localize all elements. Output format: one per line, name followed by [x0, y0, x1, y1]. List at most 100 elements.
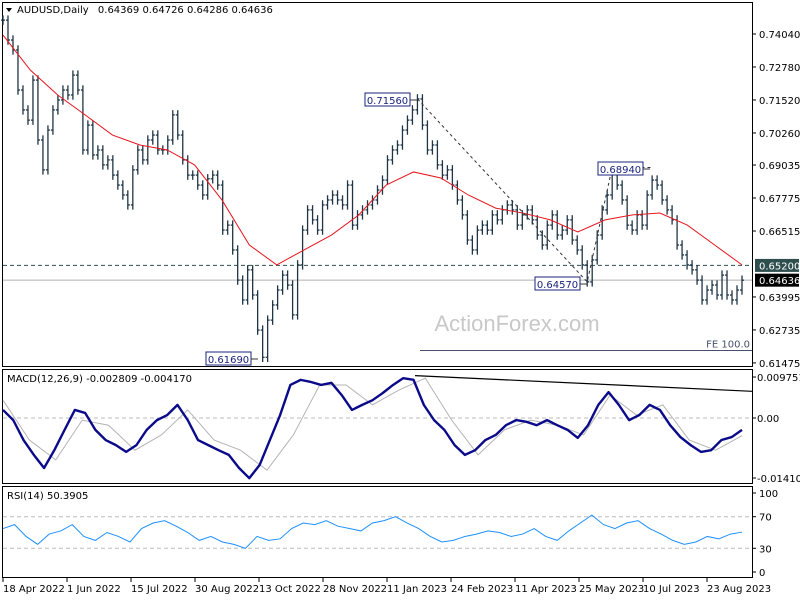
price-bar — [515, 205, 520, 230]
price-bar — [740, 275, 744, 295]
moving-average-line — [2, 34, 743, 266]
price-bar — [440, 160, 445, 180]
date-axis-label: 15 Jul 2022 — [131, 584, 188, 595]
price-bar — [175, 110, 180, 140]
price-bar — [305, 205, 310, 235]
rsi-header: RSI(14) 50.3905 — [7, 491, 88, 502]
macd-signal-line — [2, 377, 743, 471]
price-bar — [110, 155, 115, 180]
macd-header: MACD(12,26,9) -0.002809 -0.004170 — [7, 374, 192, 385]
price-bar — [475, 225, 480, 255]
price-axis-label: 0.71520 — [759, 96, 800, 107]
fibo-expansion-lines — [417, 98, 653, 283]
price-bar — [290, 280, 295, 320]
date-axis-label: 1 Jun 2022 — [67, 584, 121, 595]
price-bar — [370, 195, 375, 210]
date-axis-label: 28 Nov 2022 — [323, 584, 387, 595]
price-bar — [500, 205, 505, 225]
price-bar — [105, 155, 110, 170]
price-bar — [90, 120, 95, 160]
axes: 0.74040 0.72780 0.71520 0.70260 0.69035 0.677… — [2, 30, 800, 595]
price-bar — [270, 300, 275, 325]
rsi-axis-label: 0 — [759, 568, 765, 579]
price-axis-label: 0.66515 — [759, 227, 800, 238]
price-bar — [485, 220, 490, 235]
price-bar — [525, 205, 530, 220]
price-bar — [690, 260, 695, 275]
price-axis-label: 0.61475 — [759, 359, 800, 370]
price-panel — [2, 2, 753, 367]
price-bar — [300, 225, 305, 270]
price-series: FE 100.0 0.71560 0.68940 0.64570 0.61690 — [1, 15, 752, 366]
price-bar — [505, 200, 510, 215]
price-bar — [140, 145, 145, 165]
price-label-text: 0.61690 — [208, 355, 249, 366]
date-axis-label: 11 Jan 2023 — [387, 584, 447, 595]
price-bar — [695, 265, 700, 285]
date-axis-label: 23 Aug 2023 — [707, 584, 771, 595]
price-bar — [600, 205, 605, 240]
price-bar — [625, 195, 630, 230]
rsi-axis-label: 30 — [759, 544, 772, 555]
price-bar — [430, 140, 435, 155]
macd-axis-label: -0.014107 — [757, 474, 800, 485]
price-bar — [260, 325, 265, 363]
price-bar — [680, 240, 685, 260]
price-bar — [130, 165, 135, 210]
watermark: ActionForex.com — [434, 311, 599, 336]
price-bar — [540, 230, 545, 250]
price-bar — [50, 105, 55, 135]
price-axis-label: 0.74040 — [759, 30, 800, 41]
chart-canvas: FE 100.0 0.71560 0.68940 0.64570 0.61690 0.7… — [1, 2, 800, 595]
price-bar — [730, 290, 735, 305]
price-axis-label: 0.62735 — [759, 326, 800, 337]
price-bar — [1, 15, 5, 25]
price-bar — [135, 145, 140, 175]
price-bar — [400, 125, 405, 150]
price-bar — [595, 230, 600, 265]
price-bar — [715, 280, 720, 300]
price-bar — [45, 125, 50, 175]
price-header: AUDUSD,Daily 0.64369 0.64726 0.64286 0.6… — [17, 5, 273, 16]
price-bar — [560, 225, 565, 240]
price-bar — [335, 190, 340, 205]
price-bar — [60, 85, 65, 105]
price-axis-label: 0.72780 — [759, 63, 800, 74]
price-bar — [630, 220, 635, 235]
price-bar — [425, 120, 430, 155]
symbol-title: AUDUSD,Daily — [17, 5, 89, 16]
price-bar — [10, 35, 15, 55]
current-price-tag: 0.64636 — [759, 276, 800, 287]
price-bar — [205, 174, 210, 200]
price-bar — [735, 285, 740, 305]
price-bar — [405, 115, 410, 135]
macd-axis-label: 0.00 — [757, 414, 779, 425]
price-bar — [345, 180, 350, 210]
macd-series — [2, 375, 753, 480]
date-axis-label: 25 May 2023 — [579, 584, 644, 595]
macd-main-line — [2, 376, 743, 480]
price-bar — [65, 85, 70, 100]
price-bar — [620, 180, 625, 205]
price-bar — [55, 95, 60, 115]
price-bar — [340, 195, 345, 210]
price-bar — [150, 130, 155, 145]
price-bar — [25, 105, 30, 125]
price-bar — [20, 85, 25, 115]
price-bar — [460, 195, 465, 220]
collapse-arrow-icon[interactable] — [6, 8, 12, 12]
price-axis-label: 0.67775 — [759, 194, 800, 205]
rsi-series — [2, 514, 752, 549]
date-axis-label: 11 Apr 2023 — [515, 584, 577, 595]
price-bar — [120, 180, 125, 200]
price-axis-label: 0.63995 — [759, 293, 800, 304]
price-bar — [100, 145, 105, 170]
fe-label: FE 100.0 — [706, 339, 750, 350]
price-bar — [645, 190, 650, 230]
price-bar — [385, 155, 390, 185]
price-bar — [265, 315, 270, 363]
price-bar — [75, 70, 80, 95]
price-bar — [510, 200, 515, 215]
price-bar — [350, 180, 355, 230]
price-bar — [685, 250, 690, 270]
